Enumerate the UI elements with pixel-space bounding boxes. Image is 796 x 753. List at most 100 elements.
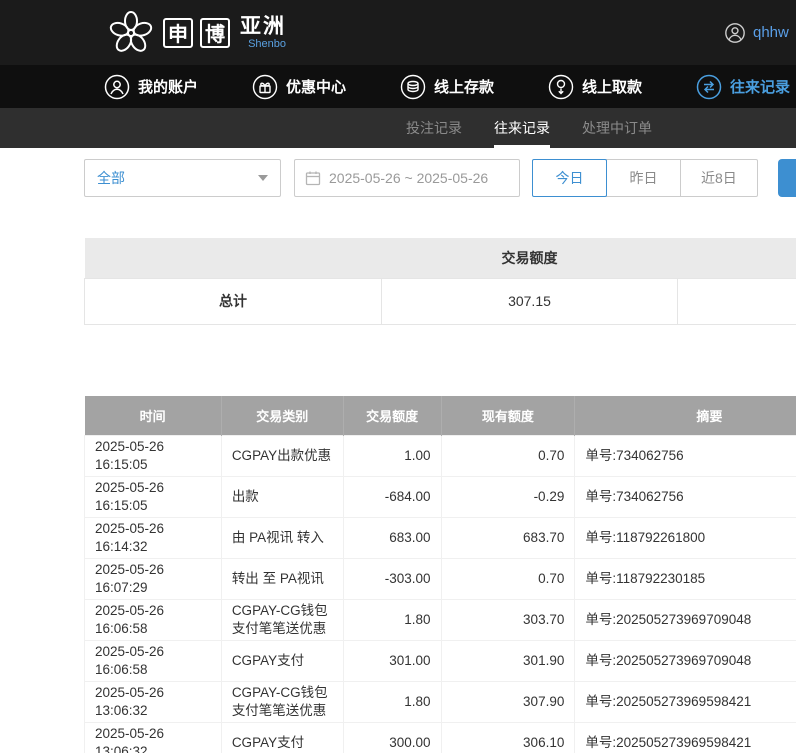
table-cell: 单号:202505273969709048 bbox=[575, 600, 796, 641]
logo-flower-icon bbox=[106, 8, 156, 58]
tab-label: 往来记录 bbox=[494, 118, 550, 138]
nav-item-deposit[interactable]: 线上存款 bbox=[400, 74, 494, 100]
table-cell: 301.90 bbox=[441, 641, 575, 682]
summary-total-empty bbox=[678, 278, 796, 324]
table-cell: 0.70 bbox=[441, 559, 575, 600]
col-header-balance: 现有额度 bbox=[441, 396, 575, 436]
logo: 申 博 亚洲 Shenbo bbox=[106, 8, 286, 58]
records-table: 时间 交易类别 交易额度 现有额度 摘要 2025-05-26 16:15:05… bbox=[84, 396, 796, 753]
table-cell: CGPAY出款优惠 bbox=[221, 436, 343, 477]
table-row: 2025-05-26 16:06:58CGPAY支付301.00301.90单号… bbox=[85, 641, 796, 682]
tab-betting-records[interactable]: 投注记录 bbox=[406, 108, 462, 148]
summary-table: 交易额度 总计 307.15 bbox=[84, 238, 796, 325]
table-cell: 单号:202505273969709048 bbox=[575, 641, 796, 682]
table-cell: 2025-05-26 16:14:32 bbox=[85, 518, 222, 559]
table-cell: 1.00 bbox=[343, 436, 441, 477]
quick-date-buttons: 今日 昨日 近8日 bbox=[532, 159, 758, 197]
table-row: 2025-05-26 16:06:58CGPAY-CG钱包支付笔笔送优惠1.80… bbox=[85, 600, 796, 641]
table-cell: 转出 至 PA视讯 bbox=[221, 559, 343, 600]
summary-header-row: 交易额度 bbox=[85, 238, 796, 278]
records-header-row: 时间 交易类别 交易额度 现有额度 摘要 bbox=[85, 396, 796, 436]
table-cell: 2025-05-26 16:06:58 bbox=[85, 600, 222, 641]
table-cell: 1.80 bbox=[343, 600, 441, 641]
yesterday-button[interactable]: 昨日 bbox=[606, 159, 681, 197]
transactions-icon bbox=[696, 74, 722, 100]
table-cell: 300.00 bbox=[343, 723, 441, 753]
table-cell: 683.00 bbox=[343, 518, 441, 559]
chevron-down-icon bbox=[258, 175, 268, 181]
table-cell: 0.70 bbox=[441, 436, 575, 477]
calendar-icon bbox=[305, 170, 321, 186]
table-cell: 由 PA视讯 转入 bbox=[221, 518, 343, 559]
table-cell: 单号:734062756 bbox=[575, 477, 796, 518]
table-cell: 单号:202505273969598421 bbox=[575, 682, 796, 723]
table-cell: 单号:734062756 bbox=[575, 436, 796, 477]
top-header: 申 博 亚洲 Shenbo qhhw bbox=[0, 0, 796, 65]
table-cell: 683.70 bbox=[441, 518, 575, 559]
summary-total-row: 总计 307.15 bbox=[85, 278, 796, 324]
tab-label: 处理中订单 bbox=[582, 118, 652, 138]
tab-transaction-records[interactable]: 往来记录 bbox=[494, 108, 550, 148]
table-cell: 2025-05-26 13:06:32 bbox=[85, 723, 222, 753]
table-cell: 单号:118792261800 bbox=[575, 518, 796, 559]
nav-item-promotions[interactable]: 优惠中心 bbox=[252, 74, 346, 100]
nav-item-my-account[interactable]: 我的账户 bbox=[104, 74, 198, 100]
withdraw-icon bbox=[548, 74, 574, 100]
promotions-icon bbox=[252, 74, 278, 100]
table-cell: 303.70 bbox=[441, 600, 575, 641]
deposit-icon bbox=[400, 74, 426, 100]
col-header-summary: 摘要 bbox=[575, 396, 796, 436]
table-cell: 307.90 bbox=[441, 682, 575, 723]
table-cell: -303.00 bbox=[343, 559, 441, 600]
table-cell: CGPAY支付 bbox=[221, 723, 343, 753]
table-row: 2025-05-26 13:06:32CGPAY支付300.00306.10单号… bbox=[85, 723, 796, 753]
table-cell: -684.00 bbox=[343, 477, 441, 518]
user-icon bbox=[724, 22, 746, 44]
logo-char-2: 博 bbox=[200, 18, 230, 48]
table-cell: 出款 bbox=[221, 477, 343, 518]
tab-label: 投注记录 bbox=[406, 118, 462, 138]
col-header-time: 时间 bbox=[85, 396, 222, 436]
summary-header-empty bbox=[85, 238, 382, 278]
summary-header-amount: 交易额度 bbox=[382, 238, 678, 278]
nav-label: 优惠中心 bbox=[286, 76, 346, 97]
last-8-days-button[interactable]: 近8日 bbox=[680, 159, 758, 197]
table-cell: 2025-05-26 16:15:05 bbox=[85, 436, 222, 477]
summary-header-empty-2 bbox=[678, 238, 796, 278]
table-row: 2025-05-26 16:15:05出款-684.00-0.29单号:7340… bbox=[85, 477, 796, 518]
records-table-body: 2025-05-26 16:15:05CGPAY出款优惠1.000.70单号:7… bbox=[85, 436, 796, 753]
logo-region-block: 亚洲 Shenbo bbox=[240, 16, 286, 50]
filter-bar: 全部 2025-05-26 ~ 2025-05-26 今日 昨日 近8日 bbox=[0, 148, 796, 208]
nav-label: 线上取款 bbox=[582, 76, 642, 97]
table-cell: 单号:202505273969598421 bbox=[575, 723, 796, 753]
user-account[interactable]: qhhw bbox=[724, 0, 789, 65]
main-nav: 我的账户 优惠中心 线上存款 bbox=[0, 65, 796, 108]
date-range-input[interactable]: 2025-05-26 ~ 2025-05-26 bbox=[294, 159, 520, 197]
search-button[interactable] bbox=[778, 159, 796, 197]
nav-item-withdraw[interactable]: 线上取款 bbox=[548, 74, 642, 100]
tab-processing-orders[interactable]: 处理中订单 bbox=[582, 108, 652, 148]
nav-item-transactions[interactable]: 往来记录 bbox=[696, 74, 790, 100]
table-cell: CGPAY-CG钱包支付笔笔送优惠 bbox=[221, 682, 343, 723]
table-cell: CGPAY支付 bbox=[221, 641, 343, 682]
date-range-value: 2025-05-26 ~ 2025-05-26 bbox=[329, 170, 488, 186]
page: 申 博 亚洲 Shenbo qhhw bbox=[0, 0, 796, 753]
type-select-value: 全部 bbox=[97, 168, 125, 188]
table-row: 2025-05-26 16:07:29转出 至 PA视讯-303.000.70单… bbox=[85, 559, 796, 600]
table-cell: 2025-05-26 13:06:32 bbox=[85, 682, 222, 723]
table-cell: 1.80 bbox=[343, 682, 441, 723]
today-button[interactable]: 今日 bbox=[532, 159, 607, 197]
table-cell: 301.00 bbox=[343, 641, 441, 682]
logo-region: 亚洲 bbox=[240, 16, 286, 38]
type-select[interactable]: 全部 bbox=[84, 159, 281, 197]
nav-label: 我的账户 bbox=[138, 76, 198, 97]
col-header-type: 交易类别 bbox=[221, 396, 343, 436]
table-cell: -0.29 bbox=[441, 477, 575, 518]
table-cell: CGPAY-CG钱包支付笔笔送优惠 bbox=[221, 600, 343, 641]
account-icon bbox=[104, 74, 130, 100]
logo-char-1: 申 bbox=[163, 18, 193, 48]
logo-subtitle: Shenbo bbox=[240, 38, 286, 50]
table-cell: 306.10 bbox=[441, 723, 575, 753]
nav-label: 线上存款 bbox=[434, 76, 494, 97]
col-header-amount: 交易额度 bbox=[343, 396, 441, 436]
